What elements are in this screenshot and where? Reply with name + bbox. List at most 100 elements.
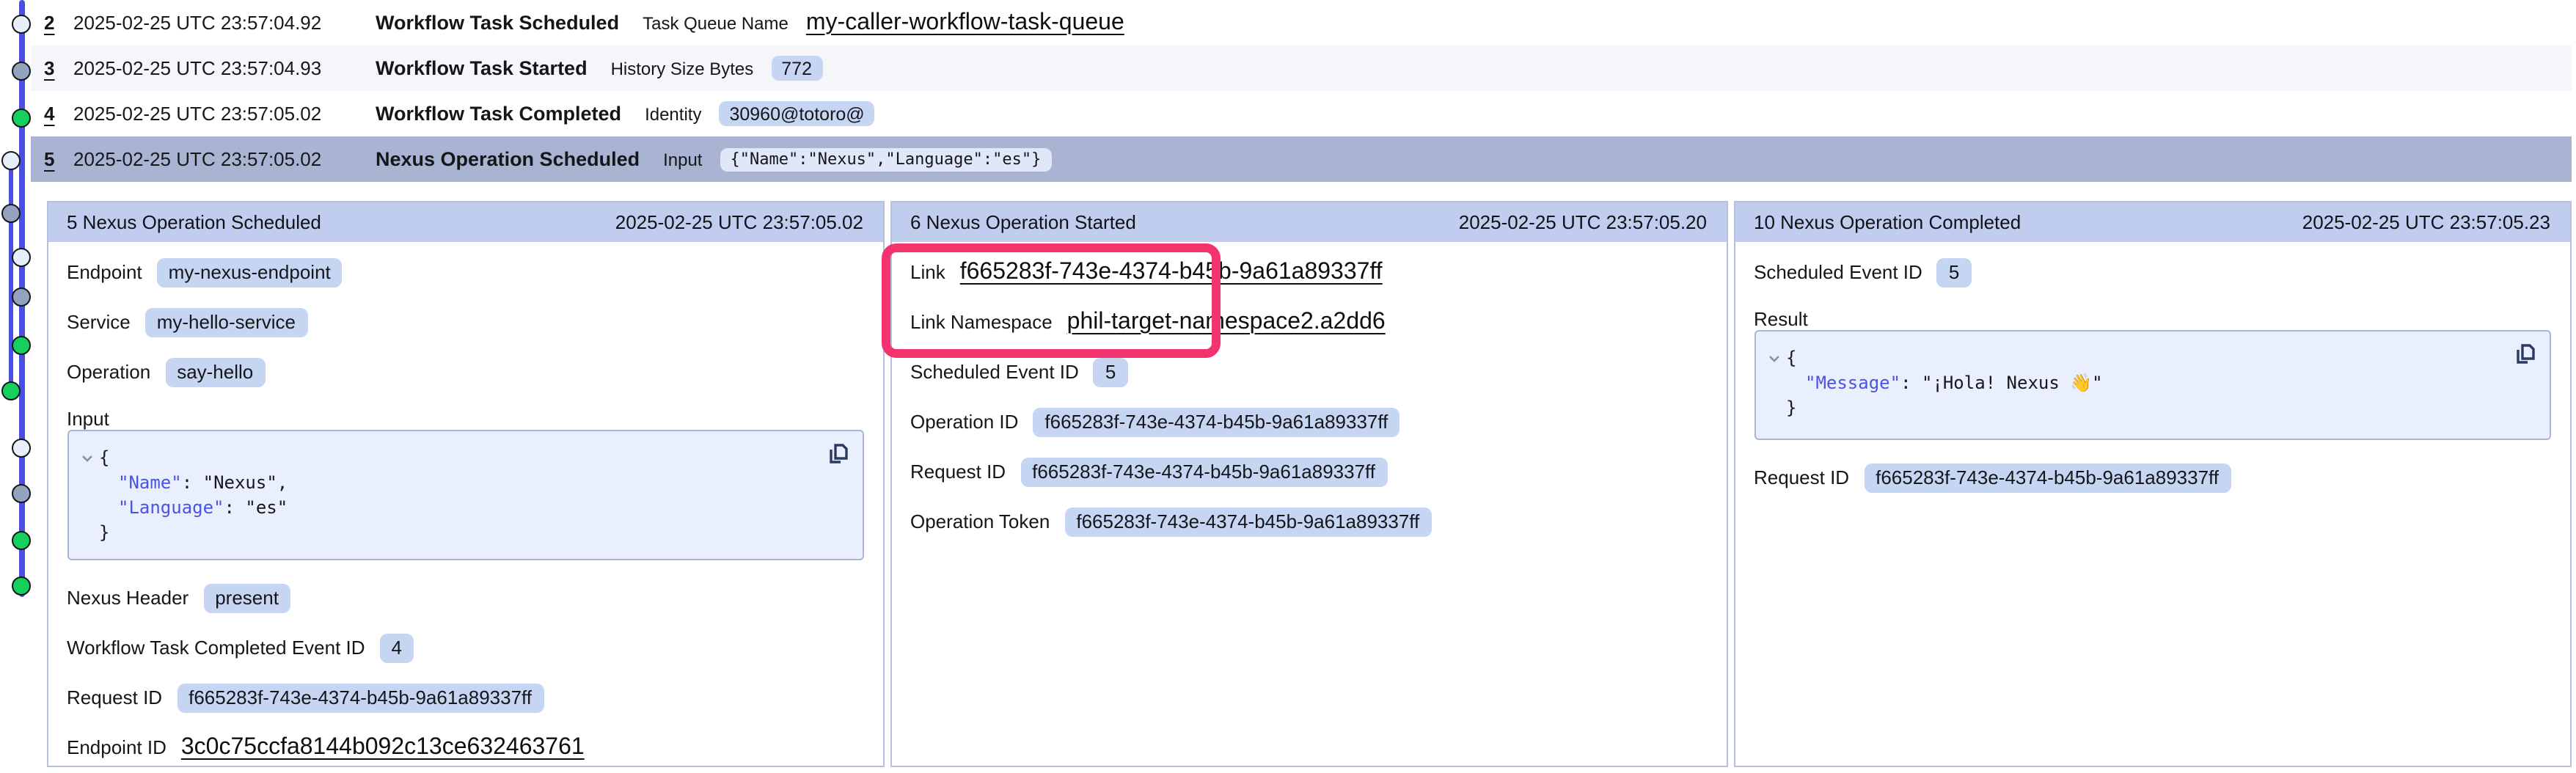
event-name: Workflow Task Scheduled	[376, 12, 619, 34]
field-value-link[interactable]: f665283f-743e-4374-b45b-9a61a89337ff	[960, 259, 1383, 285]
json-value: : "¡Hola! Nexus 👋"	[1900, 370, 2103, 395]
copy-button[interactable]	[2512, 341, 2537, 366]
field-request-id: Request ID f665283f-743e-4374-b45b-9a61a…	[1754, 453, 2550, 502]
json-key: "Message"	[1805, 370, 1900, 395]
field-value-link[interactable]: phil-target-namespace2.a2dd6	[1067, 309, 1386, 335]
event-status-dot	[12, 247, 32, 266]
field-value-badge: 4	[380, 633, 414, 662]
field-workflow-task-completed-event-id: Workflow Task Completed Event ID 4	[67, 623, 863, 673]
field-label: Service	[67, 311, 131, 333]
field-label: Operation	[67, 361, 150, 383]
event-row-selected[interactable]: 5 2025-02-25 UTC 23:57:05.02 Nexus Opera…	[31, 136, 2572, 182]
field-scheduled-event-id: Scheduled Event ID 5	[1754, 247, 2550, 297]
field-endpoint-id: Endpoint ID 3c0c75ccfa8144b092c13ce63246…	[67, 722, 863, 772]
field-value-badge: f665283f-743e-4374-b45b-9a61a89337ff	[1864, 463, 2231, 492]
event-id-link[interactable]: 4	[44, 103, 73, 125]
copy-icon	[825, 441, 850, 466]
panel-title: 5 Nexus Operation Scheduled	[67, 210, 321, 232]
field-operation: Operation say-hello	[67, 347, 863, 397]
event-status-dot	[12, 438, 32, 457]
workflow-history-view: 2 2025-02-25 UTC 23:57:04.92 Workflow Ta…	[0, 0, 2576, 773]
collapse-chevron-icon[interactable]	[80, 451, 99, 464]
panel-body: Endpoint my-nexus-endpoint Service my-he…	[48, 241, 882, 772]
event-status-dot	[12, 483, 32, 502]
field-value-badge: f665283f-743e-4374-b45b-9a61a89337ff	[1033, 407, 1399, 436]
field-value-badge: my-nexus-endpoint	[157, 257, 343, 287]
event-attr-label: Task Queue Name	[643, 12, 788, 33]
panel-header: 6 Nexus Operation Started 2025-02-25 UTC…	[891, 202, 1726, 241]
field-value-link[interactable]: 3c0c75ccfa8144b092c13ce632463761	[181, 734, 585, 761]
event-time: 2025-02-25 UTC 23:57:05.02	[73, 103, 376, 125]
event-id-link[interactable]: 2	[44, 12, 73, 34]
panel-timestamp: 2025-02-25 UTC 23:57:05.02	[615, 210, 863, 232]
copy-icon	[2512, 341, 2537, 366]
copy-button[interactable]	[825, 441, 850, 466]
field-value-badge: 5	[1937, 257, 1971, 287]
event-status-dot	[12, 62, 32, 81]
event-id-link[interactable]: 3	[44, 57, 73, 79]
event-status-dot	[1, 150, 21, 169]
field-endpoint: Endpoint my-nexus-endpoint	[67, 247, 863, 297]
input-section-label: Input	[67, 397, 863, 429]
field-label: Endpoint	[67, 261, 142, 283]
field-label: Link Namespace	[910, 311, 1053, 333]
json-brace: {	[1786, 345, 1796, 370]
event-attr-value: 772	[771, 56, 822, 81]
field-request-id: Request ID f665283f-743e-4374-b45b-9a61a…	[910, 447, 1707, 497]
json-key: "Name"	[118, 470, 182, 495]
event-status-dot	[12, 530, 32, 549]
field-label: Scheduled Event ID	[910, 361, 1079, 383]
collapse-chevron-icon[interactable]	[1767, 351, 1786, 364]
field-label: Nexus Header	[67, 587, 189, 609]
json-brace: }	[99, 520, 109, 545]
panel-header: 5 Nexus Operation Scheduled 2025-02-25 U…	[48, 202, 882, 241]
event-status-dot	[1, 203, 21, 222]
field-value-badge: f665283f-743e-4374-b45b-9a61a89337ff	[1020, 457, 1387, 486]
field-label: Endpoint ID	[67, 736, 167, 758]
field-value-badge: present	[203, 583, 290, 612]
event-attr-value: {"Name":"Nexus","Language":"es"}	[720, 147, 1052, 171]
json-value: : "es"	[224, 495, 288, 520]
event-id-link[interactable]: 5	[44, 148, 73, 170]
field-label: Request ID	[1754, 466, 1849, 488]
event-time: 2025-02-25 UTC 23:57:05.02	[73, 148, 376, 170]
field-value-badge: 5	[1094, 357, 1127, 386]
event-time: 2025-02-25 UTC 23:57:04.93	[73, 57, 376, 79]
panel-body: Link f665283f-743e-4374-b45b-9a61a89337f…	[891, 241, 1726, 546]
field-value-badge: my-hello-service	[145, 307, 307, 337]
field-label: Request ID	[910, 461, 1006, 483]
field-label: Operation ID	[910, 411, 1018, 433]
field-scheduled-event-id: Scheduled Event ID 5	[910, 347, 1707, 397]
field-link-namespace: Link Namespace phil-target-namespace2.a2…	[910, 297, 1707, 347]
field-label: Operation Token	[910, 510, 1050, 532]
field-link: Link f665283f-743e-4374-b45b-9a61a89337f…	[910, 247, 1707, 297]
event-row[interactable]: 2 2025-02-25 UTC 23:57:04.92 Workflow Ta…	[31, 0, 2572, 45]
panel-title: 10 Nexus Operation Completed	[1754, 210, 2021, 232]
panel-body: Scheduled Event ID 5 Result	[1735, 241, 2569, 502]
json-value: : "Nexus",	[182, 470, 288, 495]
event-name: Workflow Task Started	[376, 57, 588, 79]
event-attr-link[interactable]: my-caller-workflow-task-queue	[806, 10, 1124, 36]
event-status-dot	[12, 335, 32, 354]
json-brace: }	[1786, 395, 1796, 420]
event-attr-label: Input	[663, 149, 702, 169]
panel-nexus-operation-scheduled: 5 Nexus Operation Scheduled 2025-02-25 U…	[46, 200, 884, 766]
field-service: Service my-hello-service	[67, 297, 863, 347]
event-status-dot	[12, 287, 32, 307]
panel-timestamp: 2025-02-25 UTC 23:57:05.23	[2302, 210, 2550, 232]
event-row[interactable]: 4 2025-02-25 UTC 23:57:05.02 Workflow Ta…	[31, 91, 2572, 136]
field-label: Request ID	[67, 686, 162, 708]
json-brace: {	[99, 445, 109, 470]
event-name: Nexus Operation Scheduled	[376, 148, 640, 170]
panel-nexus-operation-completed: 10 Nexus Operation Completed 2025-02-25 …	[1733, 200, 2571, 766]
event-name: Workflow Task Completed	[376, 103, 621, 125]
field-request-id: Request ID f665283f-743e-4374-b45b-9a61a…	[67, 673, 863, 722]
event-status-dot	[12, 576, 32, 595]
panel-timestamp: 2025-02-25 UTC 23:57:05.20	[1459, 210, 1707, 232]
event-status-dot	[1, 381, 21, 400]
event-attr-label: Identity	[645, 103, 701, 124]
panel-nexus-operation-started: 6 Nexus Operation Started 2025-02-25 UTC…	[890, 200, 1727, 766]
event-row[interactable]: 3 2025-02-25 UTC 23:57:04.93 Workflow Ta…	[31, 45, 2572, 91]
event-history-list: 2 2025-02-25 UTC 23:57:04.92 Workflow Ta…	[31, 0, 2572, 182]
panel-header: 10 Nexus Operation Completed 2025-02-25 …	[1735, 202, 2569, 241]
